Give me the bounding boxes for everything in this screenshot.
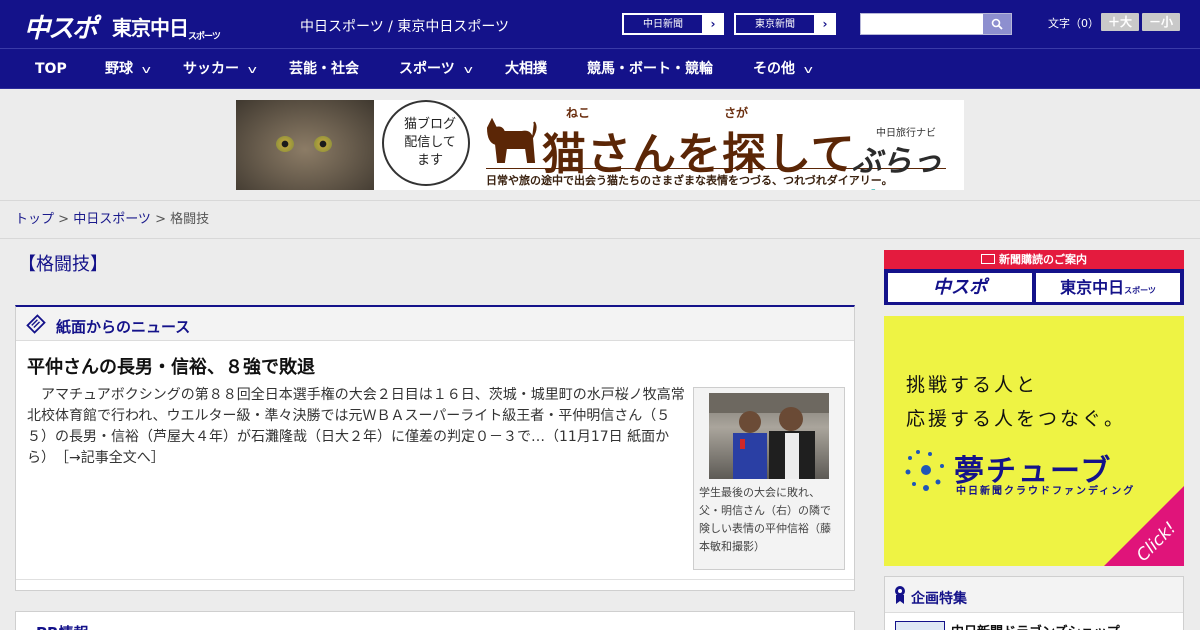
feature-title: 企画特集	[911, 591, 967, 607]
ad-line-1: 挑戦する人と	[906, 374, 1039, 396]
bubble-text: 猫ブログ配信してます	[403, 117, 456, 168]
chevron-right-icon: ›	[822, 17, 828, 31]
feature-header: 企画特集	[885, 577, 1183, 613]
panel-header: 紙面からのニュース	[16, 307, 854, 341]
subscription-banner[interactable]: 新聞購読のご案内 中スポ 東京中日スポーツ	[884, 250, 1184, 305]
breadcrumb-sep: >	[150, 212, 171, 227]
text-size-label: 文字（0）	[1048, 17, 1099, 30]
photo-shirt	[785, 433, 799, 479]
nav-item-soccer[interactable]: サッカー v	[183, 49, 257, 89]
chevron-down-icon: v	[463, 63, 473, 76]
nav-label: スポーツ	[399, 61, 455, 77]
nav-item-other[interactable]: その他 v	[753, 49, 813, 89]
breadcrumb-section[interactable]: 中日スポーツ	[73, 212, 151, 227]
chunichi-shimbun-link[interactable]: 中日新聞 ›	[622, 13, 724, 35]
newspaper-icon	[26, 314, 46, 334]
panel-title: 紙面からのニュース	[56, 318, 191, 336]
nav-label: 芸能・社会	[289, 61, 359, 77]
page-title: 【格闘技】	[18, 254, 108, 275]
ribbon-icon	[895, 586, 905, 604]
paper-link-label: 東京新聞	[735, 14, 815, 34]
nav-label: その他	[753, 61, 795, 77]
tokyo-logo-sub: スポーツ	[188, 32, 221, 42]
tokyo-logo-text: 東京中日	[112, 16, 189, 40]
pr-title: PR情報	[36, 622, 89, 630]
dots-logo-icon	[905, 450, 944, 491]
cat-eye	[276, 136, 294, 152]
feature-thumbnail[interactable]	[895, 621, 945, 630]
news-panel: 紙面からのニュース 平仲さんの長男・信裕、８強で敗退 アマチュアボクシングの第８…	[15, 305, 855, 591]
subscription-header: 新聞購読のご案内	[884, 250, 1184, 269]
ticket-icon	[981, 254, 995, 264]
feature-panel: 企画特集 中日新聞ドラゴンズショップ	[884, 576, 1184, 630]
photo-caption: 学生最後の大会に敗れ、父・明信さん（右）の隣で険しい表情の平仲信裕（藤本敏和撮影…	[699, 486, 831, 553]
article-body: アマチュアボクシングの第８８回全日本選手権の大会２日目は１６日、茨城・城里町の水…	[27, 385, 687, 469]
pr-panel: PR情報	[15, 611, 855, 630]
text-size-up-button[interactable]: ＋大	[1101, 13, 1139, 31]
chevron-right-icon: ›	[710, 17, 716, 31]
nav-label: 競馬・ボート・競輪	[587, 61, 713, 77]
nav-label: 野球	[105, 61, 133, 77]
paper-link-label: 中日新聞	[623, 14, 703, 34]
nav-label: TOP	[35, 61, 67, 77]
feature-item-link[interactable]: 中日新聞ドラゴンズショップ	[951, 621, 1120, 630]
sub-logo-small: スポーツ	[1124, 286, 1156, 295]
breadcrumb: トップ > 中日スポーツ > 格闘技	[0, 200, 1200, 239]
top-header: 中スポ 東京中日スポーツ 中日スポーツ / 東京中日スポーツ 中日新聞 › 東京…	[0, 0, 1200, 49]
yume-tube-ad[interactable]: 挑戦する人と 応援する人をつなぐ。 夢チューブ 中日新聞クラウドファンディング …	[884, 316, 1184, 566]
banner-area: 猫ブログ配信してます ねこ さが 猫さんを探して 日常や旅の途中で出会う猫たちの…	[0, 90, 1200, 200]
article-photo-box: 学生最後の大会に敗れ、父・明信さん（右）の隣で険しい表情の平仲信裕（藤本敏和撮影…	[693, 387, 845, 570]
nav-item-sports[interactable]: スポーツ v	[399, 49, 473, 89]
subscribe-tokyo-chunichi[interactable]: 東京中日スポーツ	[1036, 273, 1180, 302]
nav-item-baseball[interactable]: 野球 v	[105, 49, 151, 89]
search-button[interactable]	[983, 14, 1011, 34]
breadcrumb-sep: >	[54, 212, 74, 227]
header-tagline: 中日スポーツ / 東京中日スポーツ	[300, 19, 510, 35]
photo-face	[739, 411, 761, 433]
main-nav: TOP 野球 v サッカー v 芸能・社会 スポーツ v 大相撲 競馬・ボート・競輪 …	[0, 49, 1200, 89]
nav-item-sumo[interactable]: 大相撲	[505, 49, 547, 89]
nav-label: 大相撲	[505, 61, 547, 77]
panel-footer-divider	[16, 579, 854, 580]
nav-item-entertainment[interactable]: 芸能・社会	[289, 49, 359, 89]
chevron-down-icon: v	[803, 63, 813, 76]
photo-face	[779, 407, 803, 431]
text-size-down-button[interactable]: －小	[1142, 13, 1180, 31]
search-icon	[991, 18, 1003, 30]
photo-backdrop	[709, 393, 829, 413]
tokyo-chunichi-logo[interactable]: 東京中日スポーツ	[112, 12, 221, 42]
chuspo-logo[interactable]: 中スポ	[24, 8, 98, 45]
chevron-down-icon: v	[141, 63, 151, 76]
breadcrumb-home[interactable]: トップ	[15, 212, 54, 227]
nav-item-racing[interactable]: 競馬・ボート・競輪	[587, 49, 713, 89]
subscribe-chuspo[interactable]: 中スポ	[888, 273, 1032, 302]
cat-photo	[236, 100, 374, 190]
banner-subtitle: 日常や旅の途中で出会う猫たちのさまざまな表情をつづる、つれづれダイアリー。	[486, 174, 893, 187]
brand-jin: 人	[852, 188, 882, 190]
tokyo-shimbun-link[interactable]: 東京新聞 ›	[734, 13, 836, 35]
ad-line-2: 応援する人をつなぐ。	[906, 408, 1127, 430]
read-more-link[interactable]: ［→記事全文へ］	[62, 450, 165, 466]
chevron-down-icon: v	[247, 63, 257, 76]
sub-logo-text: 東京中日	[1060, 278, 1125, 297]
article-photo[interactable]	[709, 393, 829, 479]
cat-blog-banner[interactable]: 猫ブログ配信してます ねこ さが 猫さんを探して 日常や旅の途中で出会う猫たちの…	[236, 100, 964, 190]
buratto-logo: ぶらっ人	[852, 136, 964, 190]
photo-jersey	[733, 433, 767, 479]
article-title[interactable]: 平仲さんの長男・信裕、８強で敗退	[27, 353, 315, 379]
nav-item-top[interactable]: TOP	[35, 49, 67, 89]
search-input[interactable]	[860, 13, 1012, 35]
subscription-label: 新聞購読のご案内	[999, 253, 1087, 266]
cat-silhouette-icon	[486, 118, 537, 163]
nav-label: サッカー	[183, 61, 239, 77]
brand-main: ぶらっ	[852, 144, 942, 179]
breadcrumb-current: 格闘技	[170, 212, 210, 227]
photo-flag	[740, 439, 745, 449]
cat-eye	[314, 136, 332, 152]
